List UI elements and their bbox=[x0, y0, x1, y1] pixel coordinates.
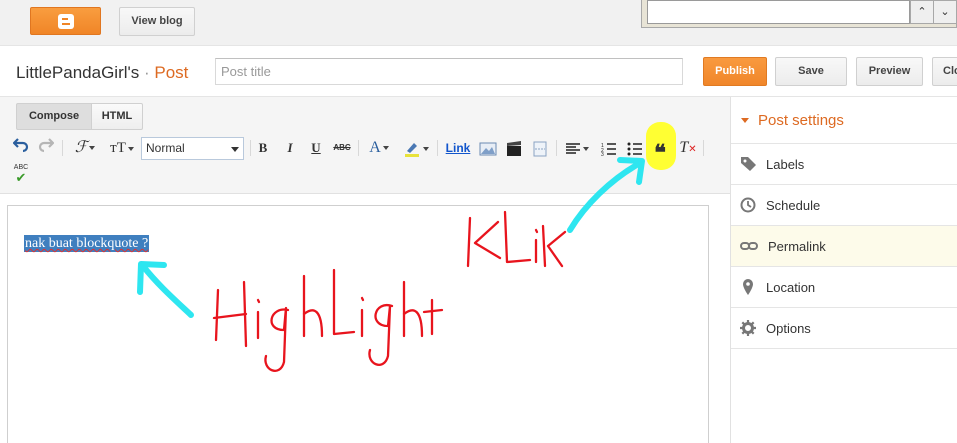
italic-icon[interactable]: I bbox=[282, 138, 298, 158]
settings-item-schedule[interactable]: Schedule bbox=[731, 185, 957, 226]
settings-item-location[interactable]: Location bbox=[731, 267, 957, 308]
html-tab[interactable]: HTML bbox=[91, 103, 143, 130]
settings-item-label: Options bbox=[766, 321, 811, 336]
jump-break-icon[interactable] bbox=[530, 138, 550, 158]
settings-item-options[interactable]: Options bbox=[731, 308, 957, 349]
format-select[interactable]: Normal bbox=[141, 137, 244, 160]
gear-icon bbox=[740, 320, 756, 336]
chevron-down-icon bbox=[231, 147, 239, 152]
spellcheck-icon[interactable]: ABC ✔ bbox=[10, 163, 32, 184]
toolbar-divider bbox=[250, 140, 251, 156]
post-settings-header[interactable]: Post settings bbox=[731, 97, 957, 144]
popup-down-button[interactable]: ⌄ bbox=[933, 0, 957, 24]
collapse-arrow-icon bbox=[741, 118, 749, 123]
text-color-icon[interactable]: A bbox=[364, 138, 394, 158]
bullet-list-icon[interactable] bbox=[626, 138, 644, 158]
toolbar-divider bbox=[62, 140, 63, 156]
settings-item-label: Schedule bbox=[766, 198, 821, 213]
strikethrough-icon[interactable]: ABC bbox=[331, 138, 353, 158]
compose-tab[interactable]: Compose bbox=[16, 103, 92, 130]
blogger-logo[interactable] bbox=[30, 7, 101, 35]
clock-icon bbox=[740, 197, 756, 213]
settings-item-label: Permalink bbox=[768, 239, 826, 254]
popup-up-button[interactable]: ⌃ bbox=[910, 0, 934, 24]
settings-item-labels[interactable]: Labels bbox=[731, 144, 957, 185]
blog-name[interactable]: LittlePandaGirl's bbox=[16, 63, 139, 82]
overlay-popup: ⌃ ⌄ bbox=[641, 0, 957, 28]
quote-icon[interactable]: ❝ bbox=[651, 138, 669, 165]
post-header: LittlePandaGirl's · Post Post title Publ… bbox=[0, 46, 957, 97]
post-editor[interactable]: nak buat blockquote ? bbox=[7, 205, 709, 443]
close-button[interactable]: Clo bbox=[932, 57, 957, 86]
blogger-b-icon bbox=[58, 14, 74, 29]
font-family-icon[interactable]: ℱ bbox=[70, 138, 100, 158]
toolbar-divider bbox=[556, 140, 557, 156]
save-button[interactable]: Save bbox=[775, 57, 847, 86]
toolbar-divider bbox=[437, 140, 438, 156]
popup-input[interactable] bbox=[647, 0, 910, 24]
format-select-value: Normal bbox=[146, 141, 185, 155]
font-size-icon[interactable]: тT bbox=[106, 138, 138, 158]
publish-button[interactable]: Publish bbox=[703, 57, 767, 86]
view-blog-button[interactable]: View blog bbox=[119, 7, 195, 36]
post-settings-title: Post settings bbox=[758, 112, 844, 129]
link-icon bbox=[740, 242, 758, 250]
settings-item-label: Labels bbox=[766, 157, 805, 172]
selected-text[interactable]: nak buat blockquote ? bbox=[24, 235, 150, 252]
blog-name-heading: LittlePandaGirl's · Post bbox=[16, 63, 188, 83]
underline-icon[interactable]: U bbox=[308, 138, 324, 158]
highlight-color-icon[interactable] bbox=[400, 138, 432, 158]
image-icon[interactable] bbox=[478, 138, 498, 158]
post-settings-sidebar: Post settings Labels Schedule Permalink … bbox=[730, 97, 957, 443]
preview-button[interactable]: Preview bbox=[856, 57, 923, 86]
undo-icon[interactable] bbox=[12, 138, 30, 158]
numbered-list-icon[interactable]: 123 bbox=[600, 138, 618, 158]
redo-icon[interactable] bbox=[37, 138, 55, 158]
svg-text:3: 3 bbox=[601, 152, 604, 156]
toolbar-divider bbox=[358, 140, 359, 156]
bold-icon[interactable]: B bbox=[255, 138, 271, 158]
post-title-input[interactable]: Post title bbox=[215, 58, 683, 85]
section-title: Post bbox=[154, 63, 189, 82]
link-button[interactable]: Link bbox=[444, 138, 472, 158]
align-icon[interactable] bbox=[562, 138, 592, 158]
tag-icon bbox=[741, 157, 756, 171]
remove-formatting-icon[interactable]: T✕ bbox=[678, 138, 698, 158]
pin-icon bbox=[743, 279, 753, 295]
toolbar-divider bbox=[703, 140, 704, 156]
settings-item-label: Location bbox=[766, 280, 816, 295]
title-separator: · bbox=[143, 63, 150, 82]
video-icon[interactable] bbox=[504, 138, 524, 158]
settings-item-permalink[interactable]: Permalink bbox=[731, 226, 957, 267]
